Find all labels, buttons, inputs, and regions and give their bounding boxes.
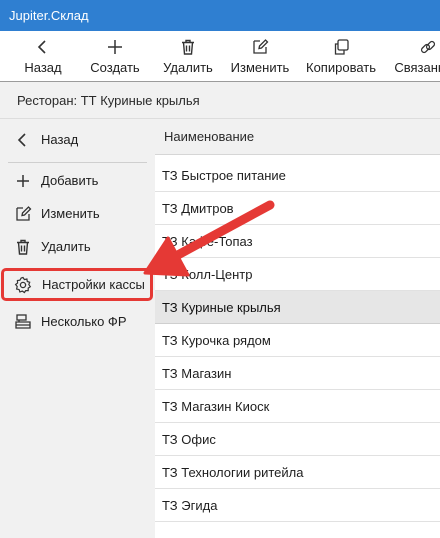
- sidebar-item-label: Добавить: [41, 173, 99, 188]
- table-cell: ТЗ Куриные крылья: [162, 300, 281, 315]
- edit-button[interactable]: Изменить: [227, 31, 293, 81]
- sidebar-item-add[interactable]: Добавить: [0, 164, 155, 197]
- cash-register-icon: [14, 313, 32, 331]
- sidebar-item-label: Несколько ФР: [41, 314, 127, 329]
- gear-icon: [14, 276, 32, 294]
- column-header-name: Наименование: [164, 129, 255, 144]
- sidebar-item-multiple-fr[interactable]: Несколько ФР: [0, 305, 155, 338]
- table-cell: ТЗ Магазин: [162, 366, 232, 381]
- delete-button[interactable]: Удалить: [158, 31, 218, 81]
- table-row-selected[interactable]: ТЗ Куриные крылья: [155, 291, 440, 324]
- sidebar-item-label: Изменить: [41, 206, 100, 221]
- trash-icon: [158, 38, 218, 56]
- copy-button-label: Копировать: [306, 60, 376, 75]
- sidebar-back-button[interactable]: Назад: [0, 123, 155, 156]
- plus-icon: [14, 172, 32, 190]
- copy-button[interactable]: Копировать: [302, 31, 380, 81]
- table-row[interactable]: ТЗ Технологии ритейла: [155, 456, 440, 489]
- sidebar: Назад Добавить Изменить Удалить Настройк…: [0, 119, 155, 538]
- table-cell: ТЗ Технологии ритейла: [162, 465, 304, 480]
- table-row[interactable]: ТЗ Быстрое питание: [155, 159, 440, 192]
- table-row[interactable]: ТЗ Магазин: [155, 357, 440, 390]
- title-bar: Jupiter.Склад: [0, 0, 440, 31]
- breadcrumb-text: Ресторан: ТТ Куриные крылья: [17, 93, 200, 108]
- back-button[interactable]: Назад: [20, 31, 66, 81]
- table-cell: ТЗ Офис: [162, 432, 216, 447]
- table-row[interactable]: ТЗ Курочка рядом: [155, 324, 440, 357]
- table-row[interactable]: ТЗ Эгида: [155, 489, 440, 522]
- sidebar-back-label: Назад: [41, 132, 79, 147]
- data-table: Наименование ТЗ Быстрое питание ТЗ Дмитр…: [155, 119, 440, 538]
- plus-icon: [85, 38, 145, 56]
- sidebar-item-label: Удалить: [41, 239, 91, 254]
- edit-button-label: Изменить: [230, 60, 290, 75]
- table-cell: ТЗ Колл-Центр: [162, 267, 253, 282]
- back-button-label: Назад: [24, 60, 62, 75]
- related-button-label: Связанные: [394, 60, 440, 75]
- chevron-left-icon: [20, 38, 66, 56]
- table-cell: ТЗ Магазин Киоск: [162, 399, 270, 414]
- sidebar-item-delete[interactable]: Удалить: [0, 230, 155, 263]
- trash-icon: [14, 238, 32, 256]
- edit-icon: [14, 205, 32, 223]
- table-row[interactable]: ТЗ Колл-Центр: [155, 258, 440, 291]
- create-button[interactable]: Создать: [85, 31, 145, 81]
- table-cell: ТЗ Курочка рядом: [162, 333, 271, 348]
- table-row[interactable]: ТЗ Дмитров: [155, 192, 440, 225]
- link-icon: [390, 38, 440, 56]
- sidebar-item-label: Настройки кассы: [42, 277, 145, 292]
- breadcrumb: Ресторан: ТТ Куриные крылья: [0, 82, 440, 119]
- sidebar-item-cash-settings[interactable]: Настройки кассы: [1, 268, 153, 301]
- chevron-left-icon: [14, 131, 32, 149]
- table-row[interactable]: ТЗ Кафе-Топаз: [155, 225, 440, 258]
- toolbar: Назад Создать Удалить Изменить Копироват…: [0, 31, 440, 82]
- table-cell: ТЗ Эгида: [162, 498, 218, 513]
- app-title: Jupiter.Склад: [9, 8, 89, 23]
- related-button[interactable]: Связанные: [390, 31, 440, 81]
- copy-icon: [302, 38, 380, 56]
- edit-icon: [227, 38, 293, 56]
- sidebar-item-edit[interactable]: Изменить: [0, 197, 155, 230]
- table-cell: ТЗ Быстрое питание: [162, 168, 286, 183]
- table-row[interactable]: ТЗ Офис: [155, 423, 440, 456]
- delete-button-label: Удалить: [163, 60, 213, 75]
- sidebar-divider: [8, 162, 147, 163]
- table-cell: ТЗ Дмитров: [162, 201, 234, 216]
- table-cell: ТЗ Кафе-Топаз: [162, 234, 253, 249]
- create-button-label: Создать: [90, 60, 140, 75]
- table-header[interactable]: Наименование: [155, 119, 440, 155]
- table-row[interactable]: ТЗ Магазин Киоск: [155, 390, 440, 423]
